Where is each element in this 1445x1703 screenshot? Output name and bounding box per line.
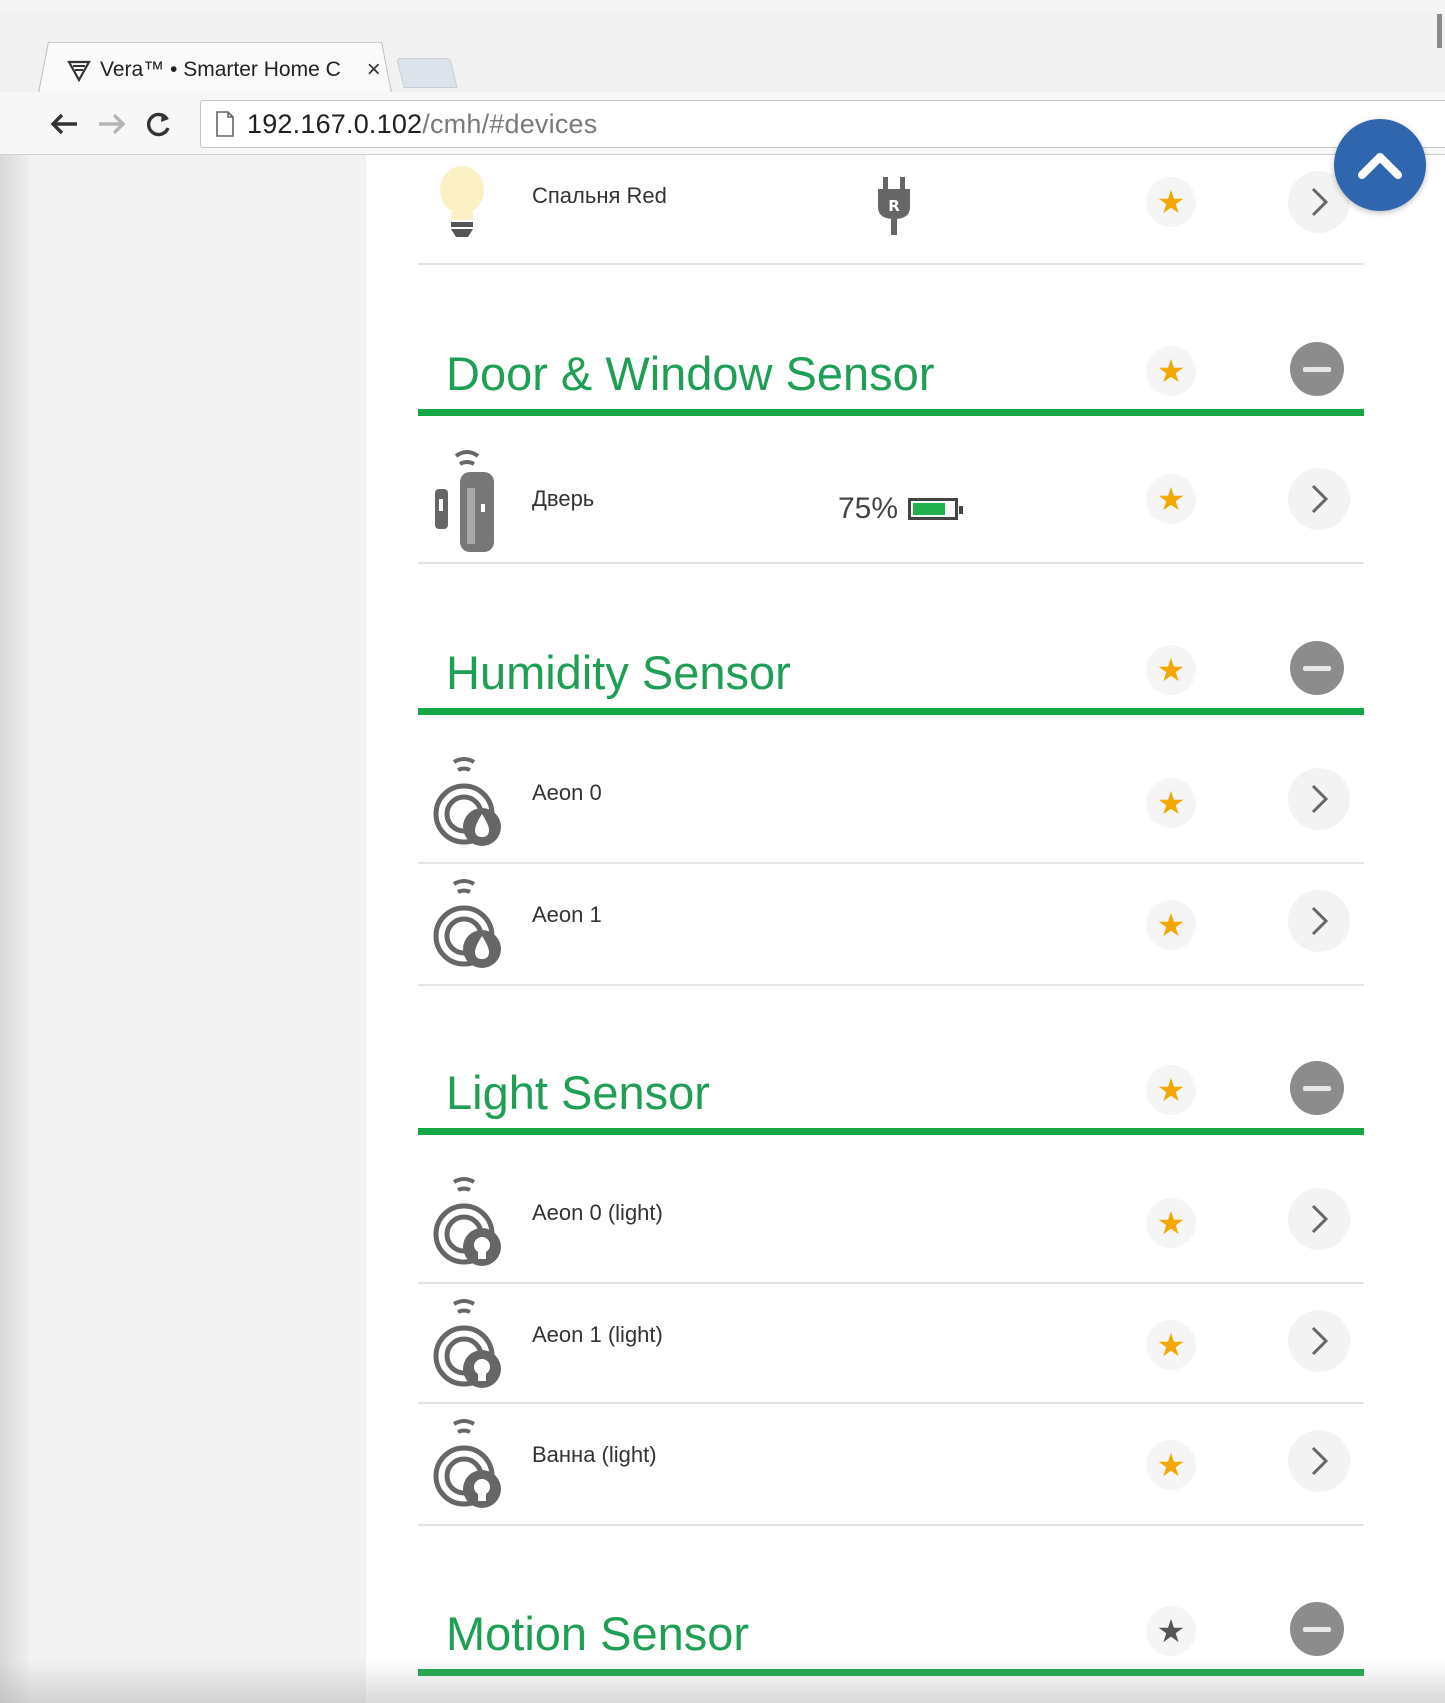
- forward-arrow-icon[interactable]: [92, 104, 132, 144]
- chevron-right-icon[interactable]: [1288, 468, 1350, 530]
- device-row[interactable]: Ванна (light) ★: [418, 1402, 1364, 1526]
- star-glyph: ★: [1156, 785, 1186, 821]
- star-glyph: ★: [1156, 907, 1186, 943]
- favorite-star-icon[interactable]: ★: [1146, 1065, 1196, 1115]
- bulb-icon: [440, 166, 484, 237]
- door-sensor-icon: [435, 450, 494, 552]
- device-name: Aeon 0: [532, 780, 602, 805]
- favorite-star-icon[interactable]: ★: [1146, 900, 1196, 950]
- section-header-door-window: Door & Window Sensor ★: [418, 342, 1364, 416]
- device-name: Дверь: [532, 486, 595, 511]
- humidity-sensor-icon: [433, 757, 501, 846]
- light-sensor-icon: [433, 1299, 501, 1388]
- section-title: Motion Sensor: [446, 1607, 750, 1660]
- device-name: Спальня Red: [532, 183, 667, 208]
- reload-icon[interactable]: [138, 104, 178, 144]
- section-header-light: Light Sensor ★: [418, 1061, 1364, 1135]
- chevron-right-icon[interactable]: [1288, 768, 1350, 830]
- left-edge-shadow: [0, 155, 30, 1703]
- back-arrow-icon[interactable]: [44, 104, 84, 144]
- section-underline: [418, 708, 1364, 715]
- url-host: 192.167.0.102: [247, 108, 423, 139]
- chevron-right-icon[interactable]: [1288, 1430, 1350, 1492]
- page-icon: [216, 111, 234, 137]
- light-sensor-icon: [433, 1177, 501, 1266]
- battery-icon: [908, 498, 964, 520]
- favorite-star-icon[interactable]: ★: [1146, 778, 1196, 828]
- url-path: /cmh/#devices: [422, 108, 598, 139]
- section-underline: [418, 1128, 1364, 1135]
- device-row[interactable]: Aeon 1 ★: [418, 862, 1364, 986]
- battery-indicator: 75%: [838, 492, 964, 526]
- star-glyph: ★: [1156, 481, 1186, 517]
- address-bar[interactable]: 192.167.0.102/cmh/#devices: [200, 100, 1445, 148]
- section-header-humidity: Humidity Sensor ★: [418, 641, 1364, 715]
- star-glyph: ★: [1156, 1205, 1186, 1241]
- star-glyph: ★: [1156, 1327, 1186, 1363]
- url-text[interactable]: 192.167.0.102/cmh/#devices: [247, 109, 597, 140]
- chevron-up-icon: [1358, 153, 1402, 179]
- star-glyph: ★: [1156, 652, 1186, 688]
- favorite-star-icon[interactable]: ★: [1146, 1320, 1196, 1370]
- device-row[interactable]: Aeon 0 (light) ★: [418, 1160, 1364, 1284]
- minus-icon[interactable]: [1290, 641, 1344, 695]
- minus-icon[interactable]: [1290, 1061, 1344, 1115]
- chevron-right-icon[interactable]: [1288, 890, 1350, 952]
- section-title: Humidity Sensor: [446, 646, 791, 699]
- device-row[interactable]: Спальня Red R ★: [418, 155, 1364, 265]
- favorite-star-icon[interactable]: ★: [1146, 346, 1196, 396]
- star-glyph: ★: [1156, 184, 1186, 220]
- window-scrollbar[interactable]: [1437, 14, 1442, 48]
- minus-icon[interactable]: [1290, 342, 1344, 396]
- minus-icon[interactable]: [1290, 1602, 1344, 1656]
- section-underline: [418, 409, 1364, 416]
- chevron-right-icon[interactable]: [1288, 1310, 1350, 1372]
- svg-text:R: R: [888, 197, 900, 215]
- favorite-star-icon[interactable]: ★: [1146, 474, 1196, 524]
- favorite-star-icon[interactable]: ★: [1146, 1198, 1196, 1248]
- bottom-shadow: [0, 1660, 1445, 1703]
- favorite-star-icon[interactable]: ★: [1146, 1440, 1196, 1490]
- new-tab-button[interactable]: [396, 58, 458, 88]
- star-glyph: ★: [1156, 1447, 1186, 1483]
- light-sensor-icon: [433, 1419, 501, 1508]
- battery-percent: 75%: [838, 492, 899, 525]
- favorite-star-icon[interactable]: ★: [1146, 645, 1196, 695]
- device-name: Aeon 1: [532, 902, 602, 927]
- section-title: Light Sensor: [446, 1066, 710, 1119]
- device-name: Ванна (light): [532, 1442, 657, 1467]
- left-sidebar: [30, 155, 366, 1703]
- device-name: Aeon 1 (light): [532, 1322, 663, 1347]
- scroll-to-top-button[interactable]: [1334, 119, 1426, 211]
- section-title: Door & Window Sensor: [446, 347, 935, 400]
- plug-icon: R: [878, 177, 910, 235]
- favorite-star-icon[interactable]: ★: [1146, 177, 1196, 227]
- star-glyph: ★: [1156, 353, 1186, 389]
- humidity-sensor-icon: [433, 879, 501, 968]
- star-glyph: ★: [1156, 1613, 1186, 1649]
- star-glyph: ★: [1156, 1072, 1186, 1108]
- chevron-right-icon[interactable]: [1288, 1188, 1350, 1250]
- browser-tab-content[interactable]: Vera™ • Smarter Home C ×: [66, 52, 381, 88]
- device-row[interactable]: Дверь 75% ★: [418, 430, 1364, 564]
- device-row[interactable]: Aeon 0 ★: [418, 740, 1364, 864]
- device-name: Aeon 0 (light): [532, 1200, 663, 1225]
- tab-title: Vera™ • Smarter Home C: [100, 58, 341, 81]
- tab-close-icon[interactable]: ×: [367, 56, 381, 84]
- favorite-star-icon[interactable]: ★: [1146, 1606, 1196, 1656]
- device-row[interactable]: Aeon 1 (light) ★: [418, 1282, 1364, 1404]
- vera-logo-icon: [67, 60, 91, 83]
